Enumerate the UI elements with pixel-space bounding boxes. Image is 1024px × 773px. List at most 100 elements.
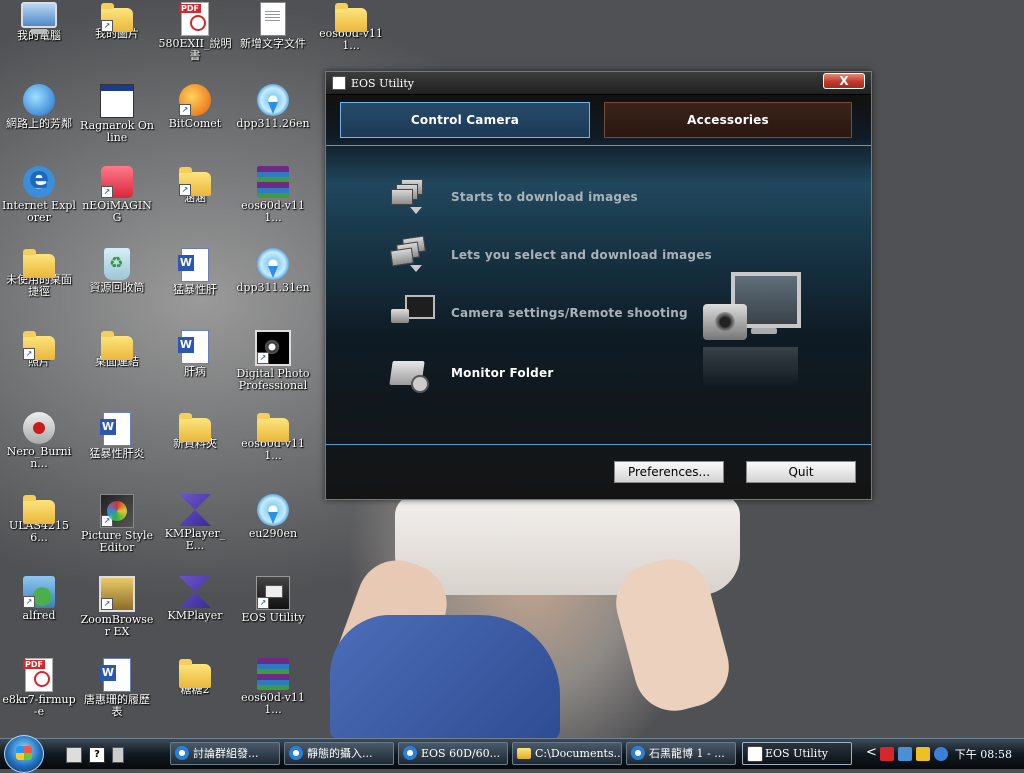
desktop-icon-photos[interactable]: ↗ 照片 [0, 328, 78, 406]
desktop-icon-internet-explorer[interactable]: Internet Explorer [0, 161, 78, 242]
acrobat-tray-icon[interactable] [880, 747, 894, 761]
internet-explorer-icon [631, 746, 645, 760]
desktop-icon-ragnarok[interactable]: Ragnarok Online [78, 82, 156, 160]
taskbar-item-ishiguro[interactable]: 石黑龍博 1 - ... [626, 742, 736, 765]
desktop-icon-dpp31131[interactable]: dpp311.31en [234, 246, 312, 324]
desktop-icon-bitcomet[interactable]: ↗ BitComet [156, 82, 234, 160]
system-tray: < 下午 08:58 [862, 739, 1024, 769]
quicklaunch-help-icon[interactable]: ? [89, 747, 105, 763]
tray-expand-button[interactable]: < [866, 745, 877, 760]
menu-item-remote-shooting[interactable]: Camera settings/Remote shooting [389, 291, 688, 335]
desktop-icon-label: Digital Photo Professional [236, 368, 310, 392]
desktop-icon-desktop-links[interactable]: 桌面連結 [78, 328, 156, 406]
shortcut-arrow-icon: ↗ [101, 515, 113, 527]
quit-button[interactable]: Quit [746, 461, 856, 483]
desktop-icon-kmplayer[interactable]: KMPlayer [156, 574, 234, 652]
desktop-icon-my-pictures[interactable]: ↗ 我的圖片 [78, 0, 156, 78]
shortcut-arrow-icon: ↗ [101, 598, 113, 610]
desktop-icon-label: nEOiMAGING [82, 200, 152, 224]
function-menu: Starts to download images Lets you selec… [326, 145, 871, 445]
desktop-icon-label: 580EXII_說明書 [158, 38, 232, 62]
desktop-icon-unused-shortcuts[interactable]: 未使用的桌面捷徑 [0, 246, 78, 324]
clock[interactable]: 下午 08:58 [955, 746, 1012, 762]
eos-utility-icon [747, 746, 763, 762]
desktop-icon-alfred[interactable]: ↗ alfred [0, 574, 78, 652]
taskbar-item-label: 討論群組發... [193, 747, 259, 760]
footer-divider [326, 444, 871, 445]
network-icon [23, 84, 55, 116]
menu-item-download-images[interactable]: Starts to download images [389, 175, 638, 219]
taskbar-item-eos-utility[interactable]: EOS Utility [742, 742, 852, 765]
desktop-icon-liver-disease[interactable]: 肝病 [156, 328, 234, 406]
desktop-icon-liver-doc[interactable]: 猛暴性肝 [156, 246, 234, 324]
computer-icon [21, 2, 57, 34]
desktop-icon-eos60d-rar-2[interactable]: eos60d-v111... [234, 656, 312, 734]
desktop-icon-hanhan[interactable]: ↗ 涵涵 [156, 164, 234, 242]
word-document-icon [100, 412, 131, 446]
taskbar-item-eos60d[interactable]: EOS 60D/60... [398, 742, 508, 765]
desktop-icon-eos-utility[interactable]: ↗ EOS Utility [234, 574, 312, 652]
folder-icon [101, 331, 133, 360]
window-titlebar[interactable]: EOS Utility X [326, 72, 871, 95]
taskbar-item-label: EOS 60D/60... [421, 747, 501, 760]
desktop-icon-neoimaging[interactable]: ↗ nEOiMAGING [78, 164, 156, 242]
quicklaunch-keyboard-icon[interactable] [66, 747, 82, 763]
desktop-icon-tangtang2[interactable]: 糖糖2 [156, 656, 234, 734]
internet-explorer-icon [175, 746, 189, 760]
desktop-icon-nero[interactable]: Nero_Burnin... [0, 410, 78, 488]
desktop-icon-dpp31126[interactable]: dpp311.26en [234, 82, 312, 160]
desktop-icon-label: 肝病 [184, 366, 206, 378]
shortcut-arrow-icon: ↗ [101, 20, 113, 32]
menu-item-monitor-folder[interactable]: Monitor Folder [389, 351, 553, 395]
preferences-button[interactable]: Preferences... [614, 461, 724, 483]
menu-item-select-download[interactable]: Lets you select and download images [389, 233, 712, 277]
desktop-icon-new-folder[interactable]: 新資料夾 [156, 410, 234, 488]
desktop-icon-eos60d-top-folder[interactable]: eos60d-v111... [312, 0, 390, 78]
desktop-icon-digital-photo-professional[interactable]: ↗ Digital Photo Professional [234, 328, 312, 406]
desktop-icon-picture-style-editor[interactable]: ↗ Picture Style Editor [78, 492, 156, 570]
desktop-icon-network[interactable]: 網路上的芳鄰 [0, 82, 78, 160]
shortcut-arrow-icon: ↗ [23, 596, 35, 608]
desktop-icon-kmplayer-e[interactable]: KMPlayer_E... [156, 492, 234, 570]
desktop-icon-resume[interactable]: 唐惠珊的履歷表 [78, 656, 156, 734]
volume-tray-icon[interactable] [934, 747, 948, 761]
desktop-icon-eos60d-rar-1[interactable]: eos60d-v111... [234, 164, 312, 242]
taskbar-item-static-photo[interactable]: 靜態的攝入... [284, 742, 394, 765]
taskbar-item-forum[interactable]: 討論群組發... [170, 742, 280, 765]
warning-tray-icon[interactable] [916, 747, 930, 761]
window-close-button[interactable]: X [823, 73, 865, 89]
desktop-icon-label: 猛暴性肝炎 [89, 448, 145, 460]
desktop-icon-eu290en[interactable]: eu290en [234, 492, 312, 570]
quicklaunch-windows-icon[interactable] [112, 747, 124, 763]
internet-explorer-icon [403, 746, 417, 760]
desktop-icon-580exii-manual[interactable]: 580EXII_說明書 [156, 0, 234, 78]
desktop-icon-hepatitis-doc[interactable]: 猛暴性肝炎 [78, 410, 156, 488]
desktop-icon-eos60d-folder[interactable]: eos60d-v111... [234, 410, 312, 488]
bitcomet-icon: ↗ [179, 84, 211, 116]
start-button[interactable] [4, 735, 44, 773]
select-download-icon [389, 235, 433, 275]
network-tray-icon[interactable] [898, 747, 912, 761]
taskbar-item-documents[interactable]: C:\Documents... [512, 742, 622, 765]
desktop-icon-my-computer[interactable]: 我的電腦 [0, 0, 78, 78]
desktop-icon-e8kr7[interactable]: e8kr7-firmup-e [0, 656, 78, 734]
folder-icon [23, 249, 55, 278]
desktop-icon-ulas[interactable]: ULAS42156... [0, 492, 78, 570]
folder-icon: ↗ [179, 167, 211, 196]
tab-control-camera[interactable]: Control Camera [340, 102, 590, 138]
word-document-icon [100, 658, 131, 692]
wallpaper-jeans [330, 615, 560, 740]
desktop-icon-recycle-bin[interactable]: 資源回收筒 [78, 246, 156, 324]
neoimaging-icon: ↗ [101, 166, 133, 198]
eos-utility-icon: ↗ [256, 576, 290, 610]
tab-accessories[interactable]: Accessories [604, 102, 852, 138]
desktop-icon-new-text-file[interactable]: 新增文字文件 [234, 0, 312, 78]
desktop-icon-label: EOS Utility [241, 612, 305, 624]
desktop-icon-label: eos60d-v111... [241, 200, 305, 224]
camera-monitor-icon [389, 293, 435, 333]
desktop-icon-zoombrowser[interactable]: ↗ ZoomBrowser EX [78, 574, 156, 652]
taskbar-item-label: C:\Documents... [535, 747, 622, 760]
nero-icon [23, 412, 55, 444]
folder-icon [179, 413, 211, 442]
desktop-icon-label: 新增文字文件 [240, 38, 306, 50]
